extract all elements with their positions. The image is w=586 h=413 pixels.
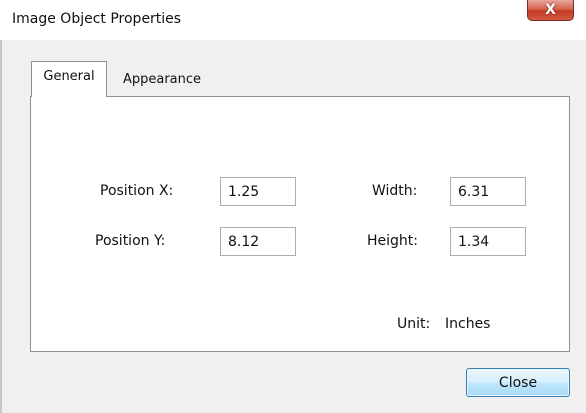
unit-label: Unit: (397, 316, 431, 332)
position-y-label: Position Y: (95, 233, 166, 249)
general-tab-panel: Position X: Position Y: Width: Height: U… (30, 96, 570, 352)
close-button[interactable]: Close (466, 368, 570, 397)
position-y-field[interactable] (220, 227, 296, 256)
position-x-label: Position X: (100, 183, 174, 199)
unit-value: Inches (445, 316, 491, 332)
close-icon: X (545, 2, 556, 18)
height-label: Height: (367, 233, 418, 249)
tab-appearance[interactable]: Appearance (107, 63, 217, 97)
position-x-field[interactable] (220, 177, 296, 206)
window-left-border (0, 40, 2, 413)
title-bar[interactable]: Image Object Properties X (0, 0, 586, 40)
height-field[interactable] (450, 227, 526, 256)
window-title: Image Object Properties (12, 11, 182, 27)
width-field[interactable] (450, 177, 526, 206)
tab-general[interactable]: General (31, 61, 107, 97)
window-close-button[interactable]: X (527, 0, 574, 21)
image-object-properties-dialog: Image Object Properties X General Appear… (0, 0, 586, 413)
width-label: Width: (372, 183, 418, 199)
